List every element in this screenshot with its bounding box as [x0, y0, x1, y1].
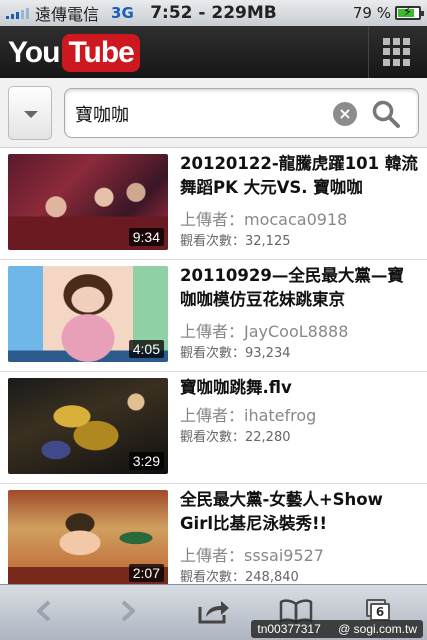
video-views: 觀看次數：248,840 [180, 570, 299, 584]
video-uploader: 上傳者：JayCooL8888 [180, 322, 349, 341]
video-views: 觀看次數：32,125 [180, 234, 291, 249]
logo-you-text: You [8, 36, 60, 69]
video-duration: 4:05 [128, 340, 164, 358]
status-bar: 遠傳電信 3G 7:52 - 229MB 79 % ⚡ [0, 0, 427, 26]
grid-menu-icon[interactable] [383, 38, 411, 66]
video-thumbnail[interactable]: 4:05 [8, 266, 168, 362]
video-uploader: 上傳者：mocaca0918 [180, 210, 348, 229]
search-bar: × [0, 78, 427, 148]
battery-icon: ⚡ [395, 5, 424, 20]
video-views: 觀看次數：93,234 [180, 346, 291, 361]
results-list: 9:34 20120122-龍騰虎躍101 韓流舞蹈PK 大元VS. 寶咖咖 上… [0, 148, 427, 584]
video-thumbnail[interactable]: 9:34 [8, 154, 168, 250]
video-thumbnail[interactable]: 2:07 [8, 490, 168, 584]
list-item[interactable]: 9:34 20120122-龍騰虎躍101 韓流舞蹈PK 大元VS. 寶咖咖 上… [0, 148, 427, 260]
video-title[interactable]: 全民最大黨-女藝人+Show Girl比基尼泳裝秀!! [180, 488, 420, 536]
search-icon[interactable] [371, 99, 401, 129]
forward-arrow-icon[interactable] [110, 595, 146, 627]
browser-toolbar: 6 tn00377317 @ sogi.com.tw [0, 584, 427, 640]
watermark: tn00377317 @ sogi.com.tw [251, 620, 423, 638]
list-item[interactable]: 3:29 寶咖咖跳舞.flv 上傳者：ihatefrog 觀看次數：22,280 [0, 372, 427, 484]
video-duration: 2:07 [128, 564, 164, 582]
video-title[interactable]: 寶咖咖跳舞.flv [180, 376, 420, 400]
charging-bolt-icon: ⚡ [403, 5, 413, 20]
video-uploader: 上傳者：ihatefrog [180, 406, 317, 425]
share-icon[interactable] [196, 595, 232, 627]
watermark-site: @ sogi.com.tw [338, 622, 417, 636]
back-arrow-icon[interactable] [26, 595, 62, 627]
logo-tube-text: Tube [62, 34, 140, 72]
watermark-user: tn00377317 [257, 622, 321, 636]
youtube-logo[interactable]: You Tube [8, 34, 140, 72]
video-views: 觀看次數：22,280 [180, 430, 291, 445]
chevron-down-icon [24, 111, 38, 118]
youtube-header: You Tube [0, 26, 427, 78]
clear-icon[interactable]: × [333, 102, 357, 126]
video-duration: 9:34 [128, 228, 164, 246]
search-input[interactable] [75, 97, 325, 131]
video-duration: 3:29 [128, 452, 164, 470]
list-item[interactable]: 4:05 20110929—全民最大黨—寶咖咖模仿豆花妹跳東京 上傳者：JayC… [0, 260, 427, 372]
video-title[interactable]: 20110929—全民最大黨—寶咖咖模仿豆花妹跳東京 [180, 264, 420, 312]
tab-count: 6 [370, 603, 390, 621]
list-item[interactable]: 2:07 全民最大黨-女藝人+Show Girl比基尼泳裝秀!! 上傳者：sss… [0, 484, 427, 584]
video-uploader: 上傳者：sssai9527 [180, 546, 324, 565]
video-title[interactable]: 20120122-龍騰虎躍101 韓流舞蹈PK 大元VS. 寶咖咖 [180, 152, 420, 200]
search-box: × [64, 88, 419, 138]
search-dropdown-button[interactable] [8, 86, 52, 140]
video-thumbnail[interactable]: 3:29 [8, 378, 168, 474]
battery-percent: 79 % [352, 4, 391, 22]
battery-indicator: 79 % ⚡ [352, 4, 424, 22]
header-divider [368, 26, 369, 78]
